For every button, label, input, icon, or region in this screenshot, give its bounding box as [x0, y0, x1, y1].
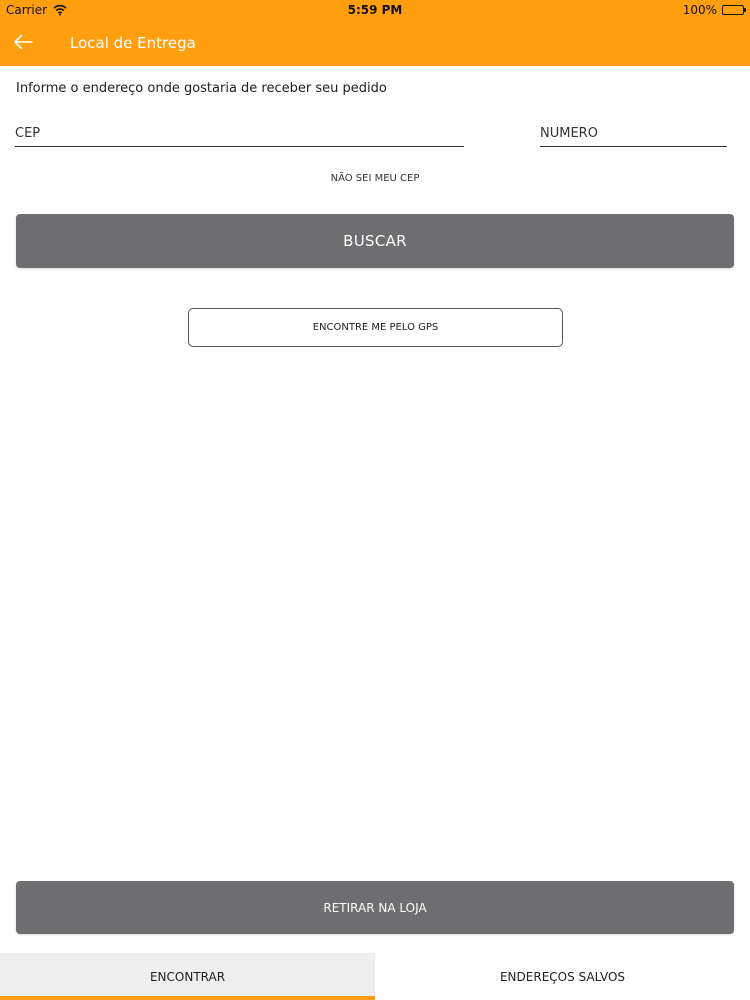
tab-encontrar[interactable]: ENCONTRAR: [0, 953, 375, 1000]
tab-bar: ENCONTRAR ENDEREÇOS SALVOS: [0, 953, 750, 1000]
app-header: Carrier 5:59 PM 100% Local de Entrega: [0, 0, 750, 66]
status-time: 5:59 PM: [347, 3, 403, 17]
back-button[interactable]: [10, 30, 36, 54]
numero-field-container: [540, 120, 727, 147]
cep-input[interactable]: [15, 120, 464, 146]
no-cep-link[interactable]: NÃO SEI MEU CEP: [0, 173, 750, 184]
gps-button[interactable]: ENCONTRE ME PELO GPS: [188, 308, 563, 347]
page-title: Local de Entrega: [70, 34, 196, 52]
tab-enderecos-salvos[interactable]: ENDEREÇOS SALVOS: [375, 953, 750, 1000]
cep-field-container: [15, 120, 464, 147]
arrow-left-icon: [14, 34, 33, 50]
status-right: 100%: [682, 3, 746, 17]
battery-icon: [722, 5, 746, 15]
search-button[interactable]: BUSCAR: [16, 214, 734, 268]
pickup-in-store-button[interactable]: RETIRAR NA LOJA: [16, 881, 734, 934]
status-bar: Carrier 5:59 PM 100%: [0, 0, 750, 22]
numero-input[interactable]: [540, 120, 727, 146]
battery-percent: 100%: [682, 3, 717, 17]
instruction-text: Informe o endereço onde gostaria de rece…: [16, 81, 387, 96]
